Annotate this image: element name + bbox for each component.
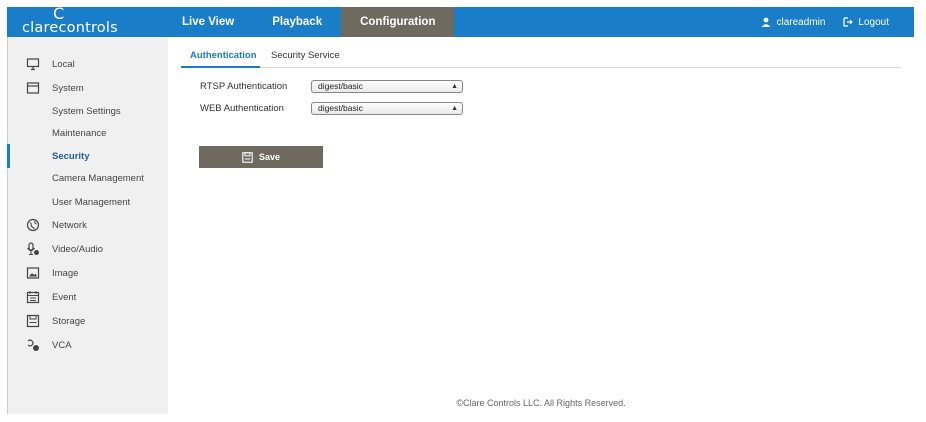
top-bar: C clarecontrols Live View Playback Confi…: [7, 4, 914, 37]
window-icon: [26, 82, 40, 94]
sidebar-item-storage[interactable]: Storage: [8, 311, 169, 331]
sidebar-item-camera-management[interactable]: Camera Management: [8, 168, 169, 188]
save-label: Save: [258, 152, 281, 162]
sidebar-item-label: System Settings: [52, 105, 121, 117]
sidebar-item-label: Camera Management: [52, 172, 144, 184]
web-authentication-select[interactable]: digest/basic ▲︎: [311, 102, 463, 115]
web-authentication-label: WEB Authentication: [200, 103, 284, 114]
sidebar-item-system-settings[interactable]: System Settings: [8, 101, 169, 121]
sidebar-item-local[interactable]: Local: [8, 54, 169, 74]
logout-icon: [843, 17, 854, 27]
sidebar-item-label: Storage: [52, 315, 86, 327]
sidebar-item-network[interactable]: Network: [8, 215, 169, 235]
nav-tab-configuration[interactable]: Configuration: [341, 7, 455, 37]
sidebar-item-security[interactable]: Security: [7, 144, 169, 168]
logout-button[interactable]: Logout: [843, 17, 889, 28]
username: clareadmin: [776, 16, 826, 28]
clare-controls-logo: C clarecontrols: [7, 4, 168, 37]
logo-wordmark: clarecontrols: [22, 20, 118, 36]
sidebar-item-system[interactable]: System: [8, 78, 169, 98]
image-icon: [26, 267, 40, 279]
footer-copyright: ©Clare Controls LLC. All Rights Reserved…: [456, 398, 626, 408]
sub-tabs: Authentication Security Service: [181, 50, 901, 68]
globe-icon: [26, 218, 40, 232]
save-icon: [242, 151, 253, 163]
select-arrows-icon: ▲︎: [451, 83, 458, 90]
sidebar-item-label: Event: [52, 291, 77, 303]
sidebar-item-maintenance[interactable]: Maintenance: [8, 123, 169, 143]
sidebar-item-video-audio[interactable]: Video/Audio: [8, 239, 169, 259]
calendar-icon: [26, 291, 40, 304]
sidebar: Local System System Settings Maintenance…: [7, 37, 168, 414]
nav-tab-live-view[interactable]: Live View: [168, 7, 253, 37]
sidebar-item-label: System: [52, 82, 84, 94]
vca-icon: [27, 339, 39, 351]
user-area: clareadmin Logout: [761, 7, 889, 37]
sidebar-item-event[interactable]: Event: [8, 287, 169, 307]
sidebar-item-label: Video/Audio: [52, 243, 104, 255]
microphone-icon: [27, 242, 39, 256]
sidebar-item-label: Maintenance: [52, 127, 107, 139]
tab-authentication[interactable]: Authentication: [181, 50, 260, 68]
logo-mark: C: [53, 4, 65, 23]
rtsp-authentication-select[interactable]: digest/basic ▲︎: [311, 80, 463, 93]
sidebar-item-user-management[interactable]: User Management: [8, 192, 169, 212]
save-button[interactable]: Save: [199, 146, 323, 168]
nav-tab-playback[interactable]: Playback: [253, 7, 341, 37]
content-area: Authentication Security Service RTSP Aut…: [168, 37, 914, 414]
sidebar-item-label: Security: [52, 150, 90, 162]
user-icon: [761, 17, 771, 27]
disk-icon: [26, 314, 40, 328]
sidebar-item-label: Local: [52, 58, 75, 70]
sidebar-item-image[interactable]: Image: [8, 263, 169, 283]
sidebar-item-label: VCA: [52, 339, 72, 351]
select-arrows-icon: ▲︎: [451, 105, 458, 112]
sidebar-item-vca[interactable]: VCA: [8, 335, 169, 355]
tab-security-service[interactable]: Security Service: [271, 50, 340, 68]
rtsp-authentication-value: digest/basic: [318, 81, 363, 91]
monitor-icon: [26, 58, 40, 71]
web-authentication-value: digest/basic: [318, 103, 363, 113]
user-account[interactable]: clareadmin: [761, 17, 825, 28]
sidebar-item-label: Image: [52, 267, 79, 279]
sidebar-item-label: User Management: [52, 196, 131, 208]
logout-label: Logout: [858, 16, 889, 28]
sidebar-item-label: Network: [52, 219, 87, 231]
main-nav: Live View Playback Configuration: [168, 7, 455, 37]
rtsp-authentication-label: RTSP Authentication: [200, 81, 288, 92]
